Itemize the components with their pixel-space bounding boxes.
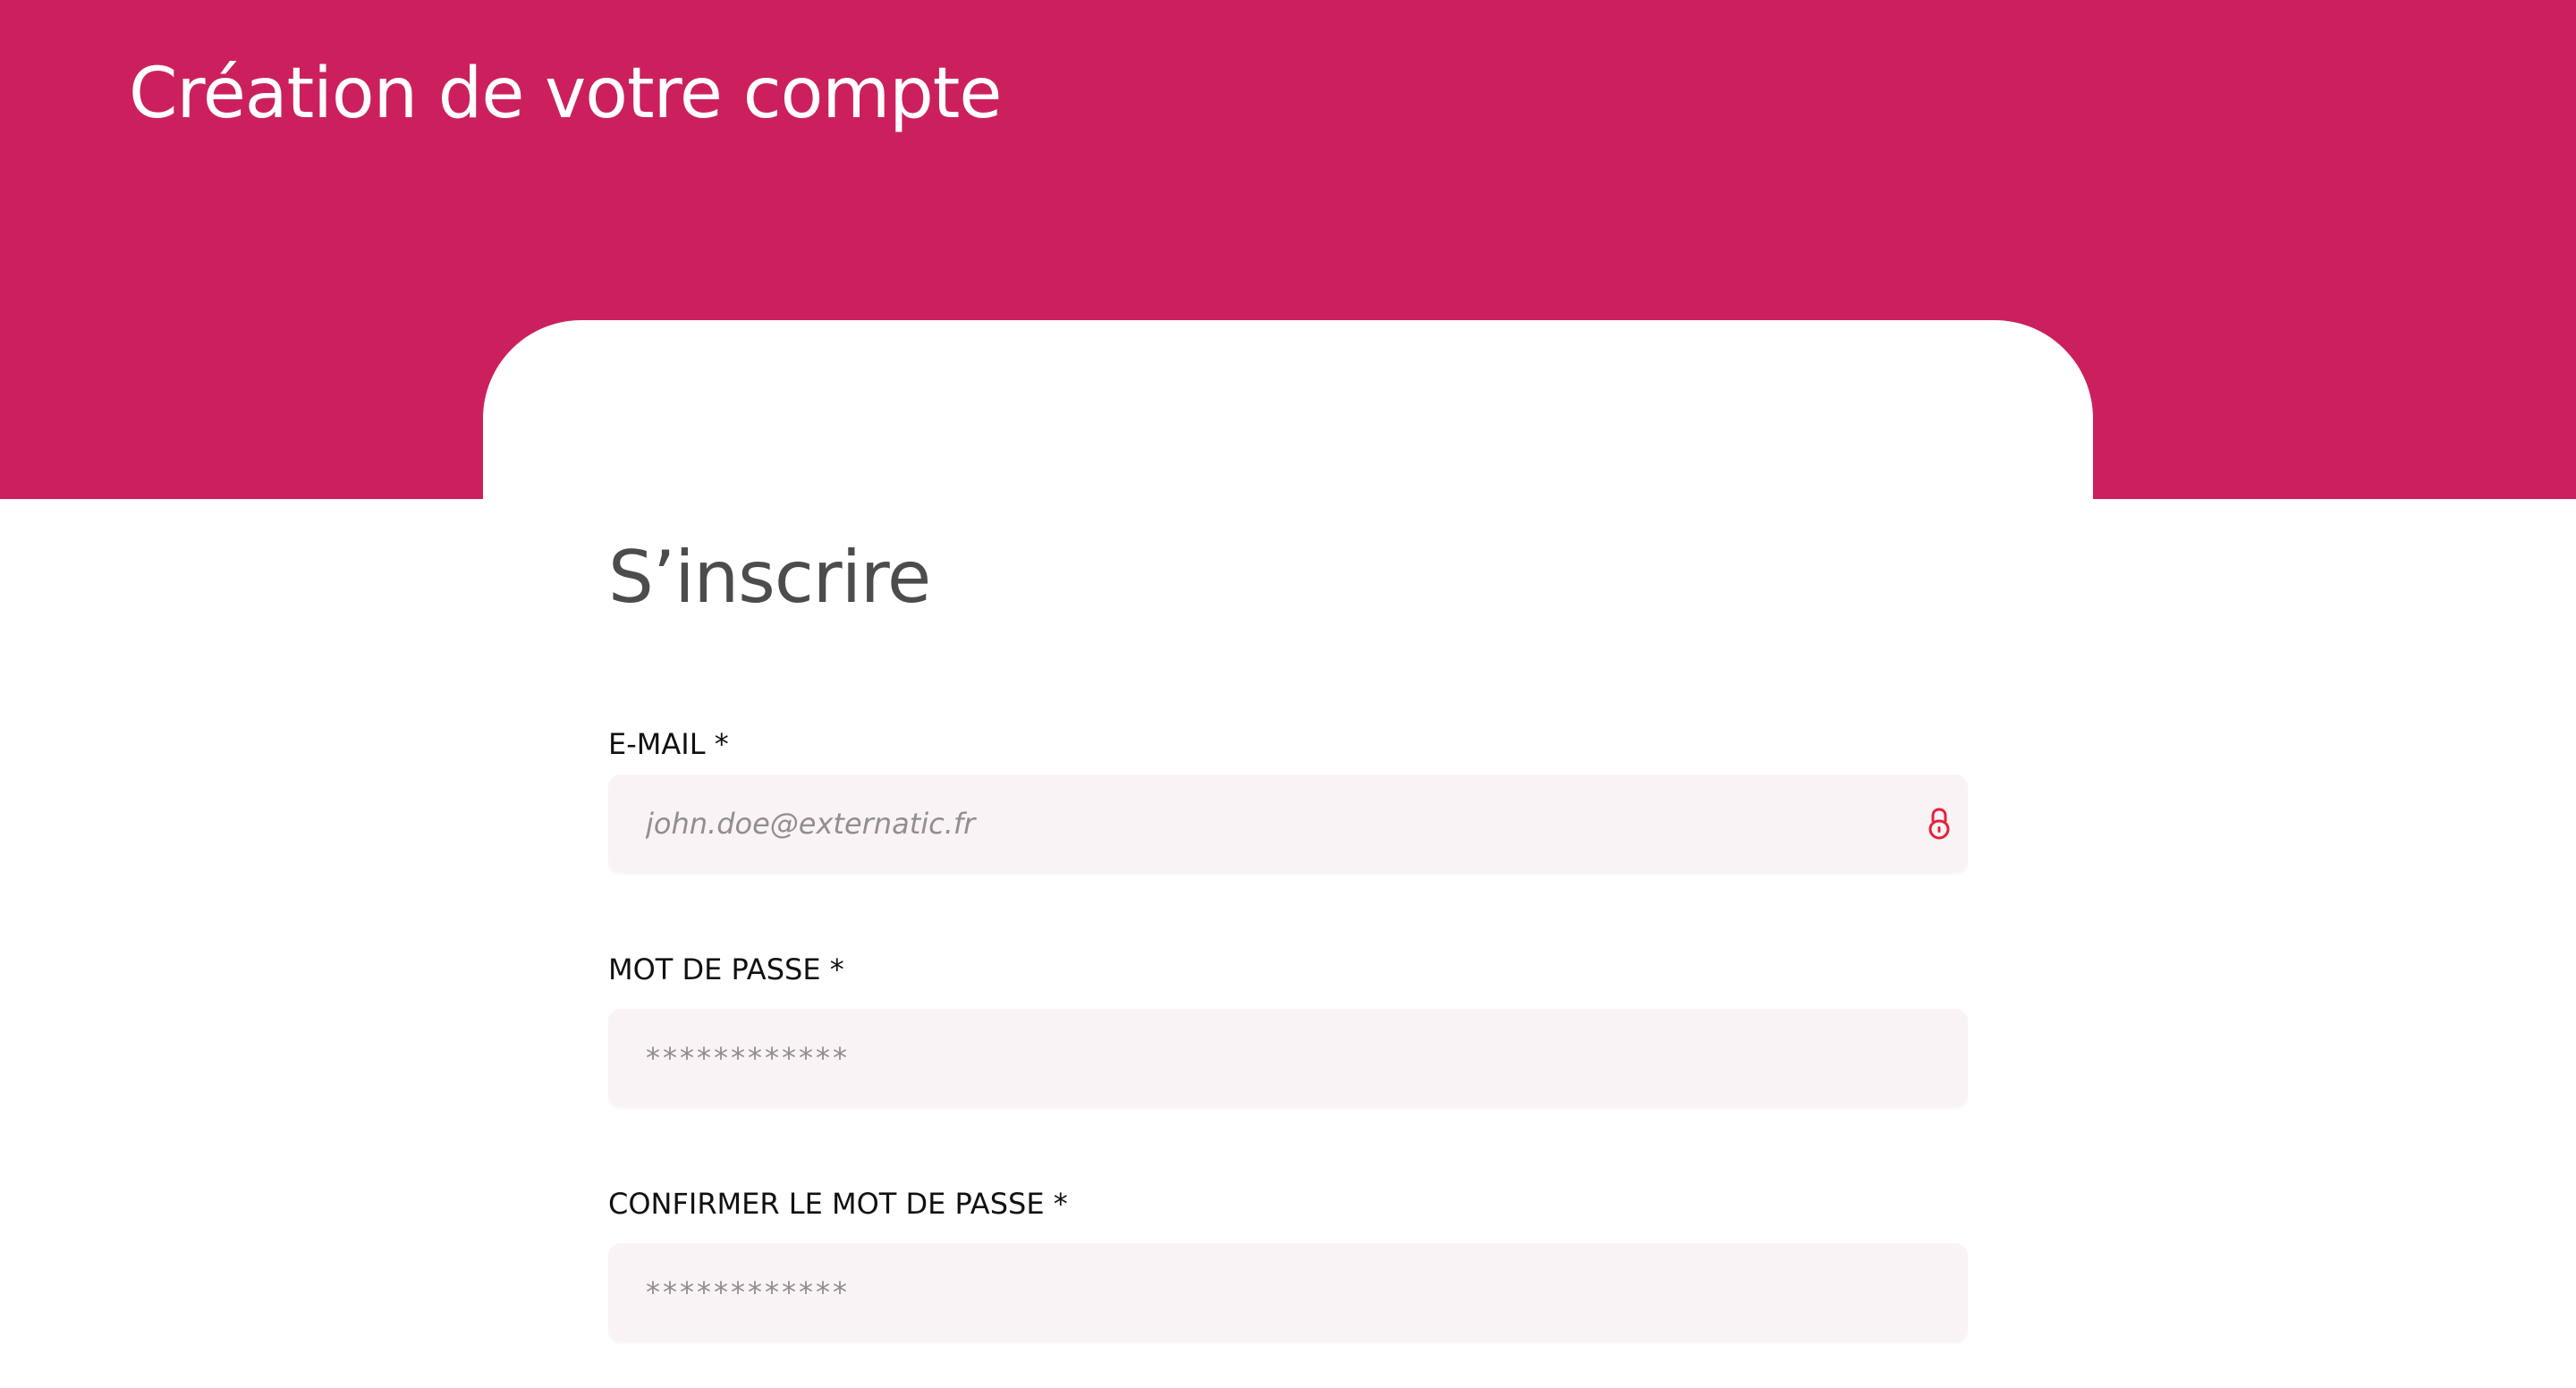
email-label: E-MAIL * bbox=[608, 727, 729, 761]
password-input[interactable] bbox=[646, 1009, 1880, 1107]
email-field[interactable] bbox=[608, 774, 1968, 873]
password-field[interactable] bbox=[608, 1009, 1968, 1107]
password-label: MOT DE PASSE * bbox=[608, 952, 844, 986]
email-input[interactable] bbox=[646, 774, 1880, 873]
signup-heading: S’inscrire bbox=[608, 536, 931, 619]
lock-icon[interactable] bbox=[1927, 807, 1952, 841]
confirm-password-label: CONFIRMER LE MOT DE PASSE * bbox=[608, 1187, 1068, 1221]
page-title: Création de votre compte bbox=[129, 54, 1002, 134]
confirm-password-input[interactable] bbox=[646, 1243, 1880, 1341]
confirm-password-field[interactable] bbox=[608, 1243, 1968, 1341]
